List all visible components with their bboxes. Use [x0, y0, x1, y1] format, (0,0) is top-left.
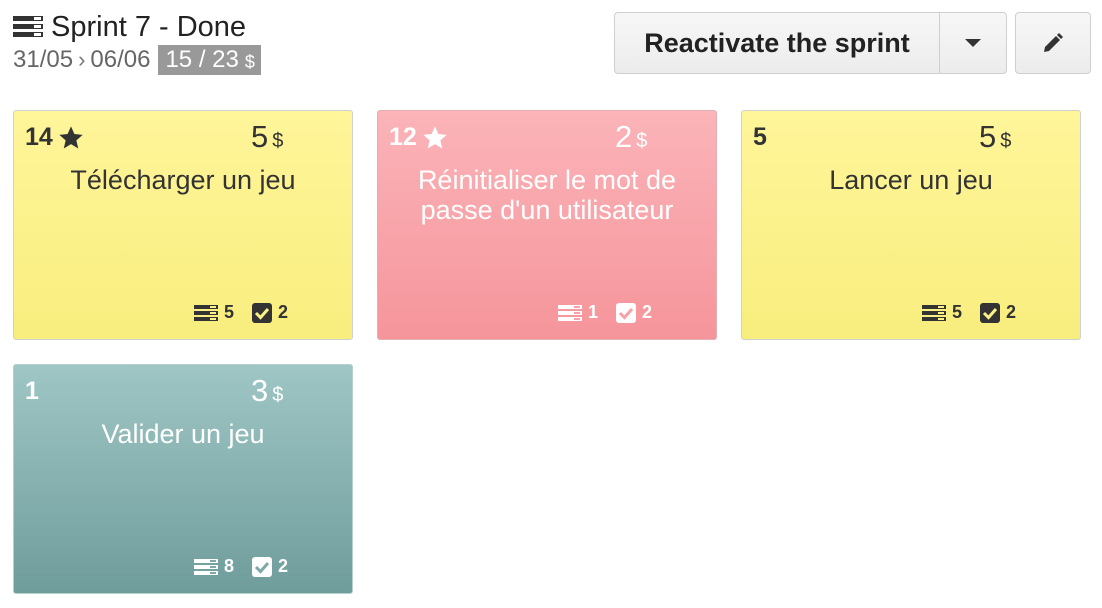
star-icon[interactable] [421, 124, 449, 152]
story-title: Lancer un jeu [829, 165, 993, 195]
reactivate-button-group: Reactivate the sprint [614, 12, 1007, 74]
story-id-number: 5 [753, 123, 767, 151]
story-points-value: 2 [615, 119, 633, 154]
task-count: 8 [193, 556, 234, 577]
story-points-value: 3 [251, 373, 269, 408]
reactivate-dropdown-button[interactable] [940, 13, 1006, 73]
acceptance-count-value: 2 [277, 556, 288, 576]
story-points: 3 $ [251, 373, 283, 409]
story-points: 5 $ [251, 119, 283, 155]
acceptance-count: 2 [979, 302, 1016, 323]
task-count: 1 [557, 302, 598, 323]
task-count-value: 8 [223, 556, 234, 576]
task-list-icon [193, 558, 218, 575]
star-icon[interactable] [57, 124, 85, 152]
points-value: 15 / 23 [165, 46, 239, 73]
story-id: 14 [25, 123, 85, 152]
reactivate-sprint-button[interactable]: Reactivate the sprint [615, 13, 940, 73]
task-count-value: 5 [951, 302, 962, 322]
acceptance-count: 2 [251, 302, 288, 323]
task-count: 5 [193, 302, 234, 323]
story-points-currency: $ [272, 130, 284, 152]
acceptance-count-value: 2 [641, 302, 652, 322]
checkbox-icon [251, 302, 272, 323]
story-id-number: 14 [25, 123, 53, 151]
story-points-value: 5 [979, 119, 997, 154]
story-id: 12 [389, 123, 449, 152]
story-points-value: 5 [251, 119, 269, 154]
page-title: Sprint 7 - Done [51, 10, 247, 43]
story-card-1[interactable]: 1 3 $ Valider un jeu 8 2 [13, 364, 353, 594]
task-list-icon [193, 304, 218, 321]
story-footer: 8 2 [193, 556, 288, 577]
story-points-currency: $ [272, 384, 284, 406]
story-title: Réinitialiser le mot de passe d'un utili… [417, 165, 677, 225]
story-title: Télécharger un jeu [70, 165, 296, 195]
edit-sprint-button[interactable] [1015, 12, 1091, 74]
sprint-dates: 31/05 › 06/06 15 / 23 $ [13, 45, 261, 75]
acceptance-count-value: 2 [1005, 302, 1016, 322]
start-date: 31/05 [13, 46, 74, 73]
story-card-5[interactable]: 5 5 $ Lancer un jeu 5 2 [741, 110, 1081, 340]
story-card-14[interactable]: 14 5 $ Télécharger un jeu 5 2 [13, 110, 353, 340]
story-points-currency: $ [636, 130, 648, 152]
sprint-header: Sprint 7 - Done 31/05 › 06/06 15 / 23 $ [13, 10, 261, 75]
end-date: 06/06 [90, 46, 151, 73]
date-separator: › [78, 47, 86, 72]
points-currency: $ [244, 51, 255, 72]
pencil-icon [1044, 33, 1063, 52]
acceptance-count: 2 [615, 302, 652, 323]
checkbox-icon [979, 302, 1000, 323]
sprint-list-icon [13, 16, 43, 37]
task-count: 5 [921, 302, 962, 323]
story-points: 2 $ [615, 119, 647, 155]
story-footer: 1 2 [557, 302, 652, 323]
story-title: Valider un jeu [101, 419, 265, 449]
task-list-icon [921, 304, 946, 321]
story-id-number: 1 [25, 377, 39, 405]
points-badge: 15 / 23 $ [158, 45, 261, 75]
checkbox-icon [251, 556, 272, 577]
task-list-icon [557, 304, 582, 321]
caret-down-icon [965, 39, 981, 47]
story-footer: 5 2 [193, 302, 288, 323]
story-id-number: 12 [389, 123, 417, 151]
story-card-12[interactable]: 12 2 $ Réinitialiser le mot de passe d'u… [377, 110, 717, 340]
acceptance-count: 2 [251, 556, 288, 577]
acceptance-count-value: 2 [277, 302, 288, 322]
title-row: Sprint 7 - Done [13, 10, 261, 44]
task-count-value: 1 [587, 302, 598, 322]
story-points-currency: $ [1000, 130, 1012, 152]
story-points: 5 $ [979, 119, 1011, 155]
story-id: 5 [753, 123, 767, 152]
checkbox-icon [615, 302, 636, 323]
story-footer: 5 2 [921, 302, 1016, 323]
task-count-value: 5 [223, 302, 234, 322]
story-id: 1 [25, 377, 39, 406]
